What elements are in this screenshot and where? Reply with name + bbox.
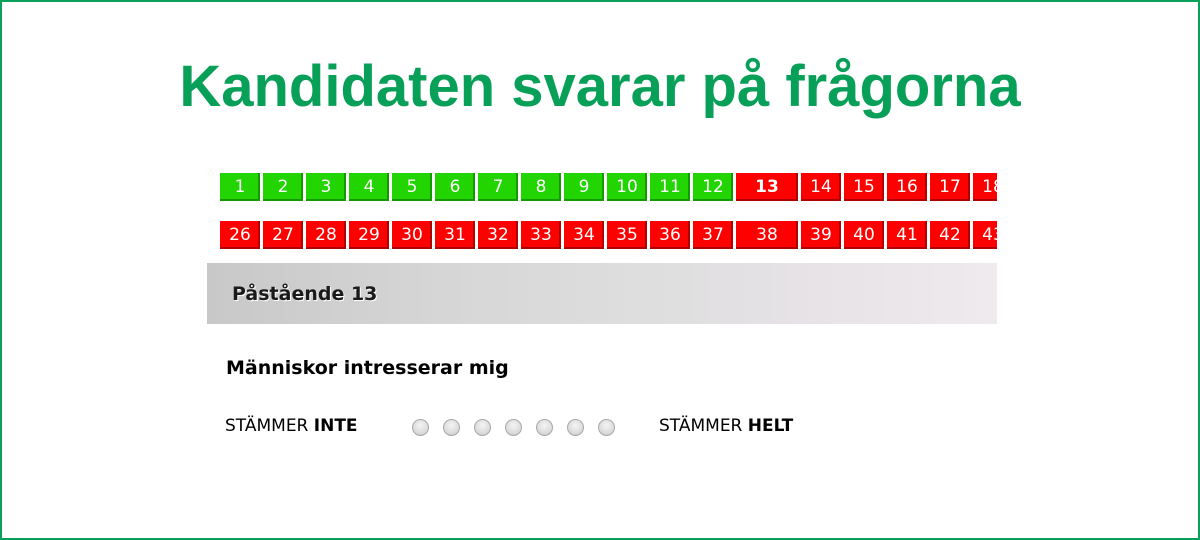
question-button-39[interactable]: 39	[801, 221, 841, 249]
agreement-radio-2[interactable]	[443, 419, 460, 436]
question-button-43[interactable]: 43	[973, 221, 997, 249]
scale-right-prefix: STÄMMER	[659, 416, 748, 436]
question-button-9[interactable]: 9	[564, 173, 604, 201]
scale-right-bold: HELT	[747, 416, 794, 436]
question-button-26[interactable]: 26	[220, 221, 260, 249]
scale-left-bold: INTE	[313, 416, 358, 436]
page-frame: Kandidaten svarar på frågorna 1234567891…	[0, 0, 1200, 540]
agreement-radio-3[interactable]	[474, 419, 491, 436]
question-button-14[interactable]: 14	[801, 173, 841, 201]
question-button-13[interactable]: 13	[736, 173, 798, 201]
question-button-10[interactable]: 10	[607, 173, 647, 201]
question-button-4[interactable]: 4	[349, 173, 389, 201]
question-button-28[interactable]: 28	[306, 221, 346, 249]
question-button-15[interactable]: 15	[844, 173, 884, 201]
question-button-3[interactable]: 3	[306, 173, 346, 201]
question-button-37[interactable]: 37	[693, 221, 733, 249]
question-button-30[interactable]: 30	[392, 221, 432, 249]
question-button-42[interactable]: 42	[930, 221, 970, 249]
agreement-radio-4[interactable]	[505, 419, 522, 436]
page-title: Kandidaten svarar på frågorna	[179, 54, 1021, 119]
scale-left-label: STÄMMER INTE	[225, 416, 358, 436]
agreement-radio-7[interactable]	[598, 419, 615, 436]
question-button-33[interactable]: 33	[521, 221, 561, 249]
question-button-5[interactable]: 5	[392, 173, 432, 201]
question-nav-row-1: 123456789101112131415161718	[220, 172, 997, 202]
scale-right-label: STÄMMER HELT	[659, 416, 793, 436]
question-nav-row-2: 262728293031323334353637383940414243	[220, 220, 997, 250]
question-button-27[interactable]: 27	[263, 221, 303, 249]
question-button-11[interactable]: 11	[650, 173, 690, 201]
question-button-7[interactable]: 7	[478, 173, 518, 201]
statement-header-bar: Påstående 13	[207, 263, 997, 324]
question-button-6[interactable]: 6	[435, 173, 475, 201]
question-button-32[interactable]: 32	[478, 221, 518, 249]
question-button-41[interactable]: 41	[887, 221, 927, 249]
statement-text: Människor intresserar mig	[226, 357, 509, 379]
question-button-35[interactable]: 35	[607, 221, 647, 249]
question-button-38[interactable]: 38	[736, 221, 798, 249]
question-button-12[interactable]: 12	[693, 173, 733, 201]
question-button-31[interactable]: 31	[435, 221, 475, 249]
question-button-2[interactable]: 2	[263, 173, 303, 201]
question-button-16[interactable]: 16	[887, 173, 927, 201]
scale-left-prefix: STÄMMER	[225, 416, 314, 436]
question-button-40[interactable]: 40	[844, 221, 884, 249]
agreement-radio-5[interactable]	[536, 419, 553, 436]
agreement-radio-1[interactable]	[412, 419, 429, 436]
question-button-36[interactable]: 36	[650, 221, 690, 249]
question-button-17[interactable]: 17	[930, 173, 970, 201]
question-button-29[interactable]: 29	[349, 221, 389, 249]
question-button-1[interactable]: 1	[220, 173, 260, 201]
statement-header: Påstående 13	[232, 283, 378, 305]
question-button-34[interactable]: 34	[564, 221, 604, 249]
question-button-8[interactable]: 8	[521, 173, 561, 201]
question-button-18[interactable]: 18	[973, 173, 997, 201]
agreement-radio-6[interactable]	[567, 419, 584, 436]
